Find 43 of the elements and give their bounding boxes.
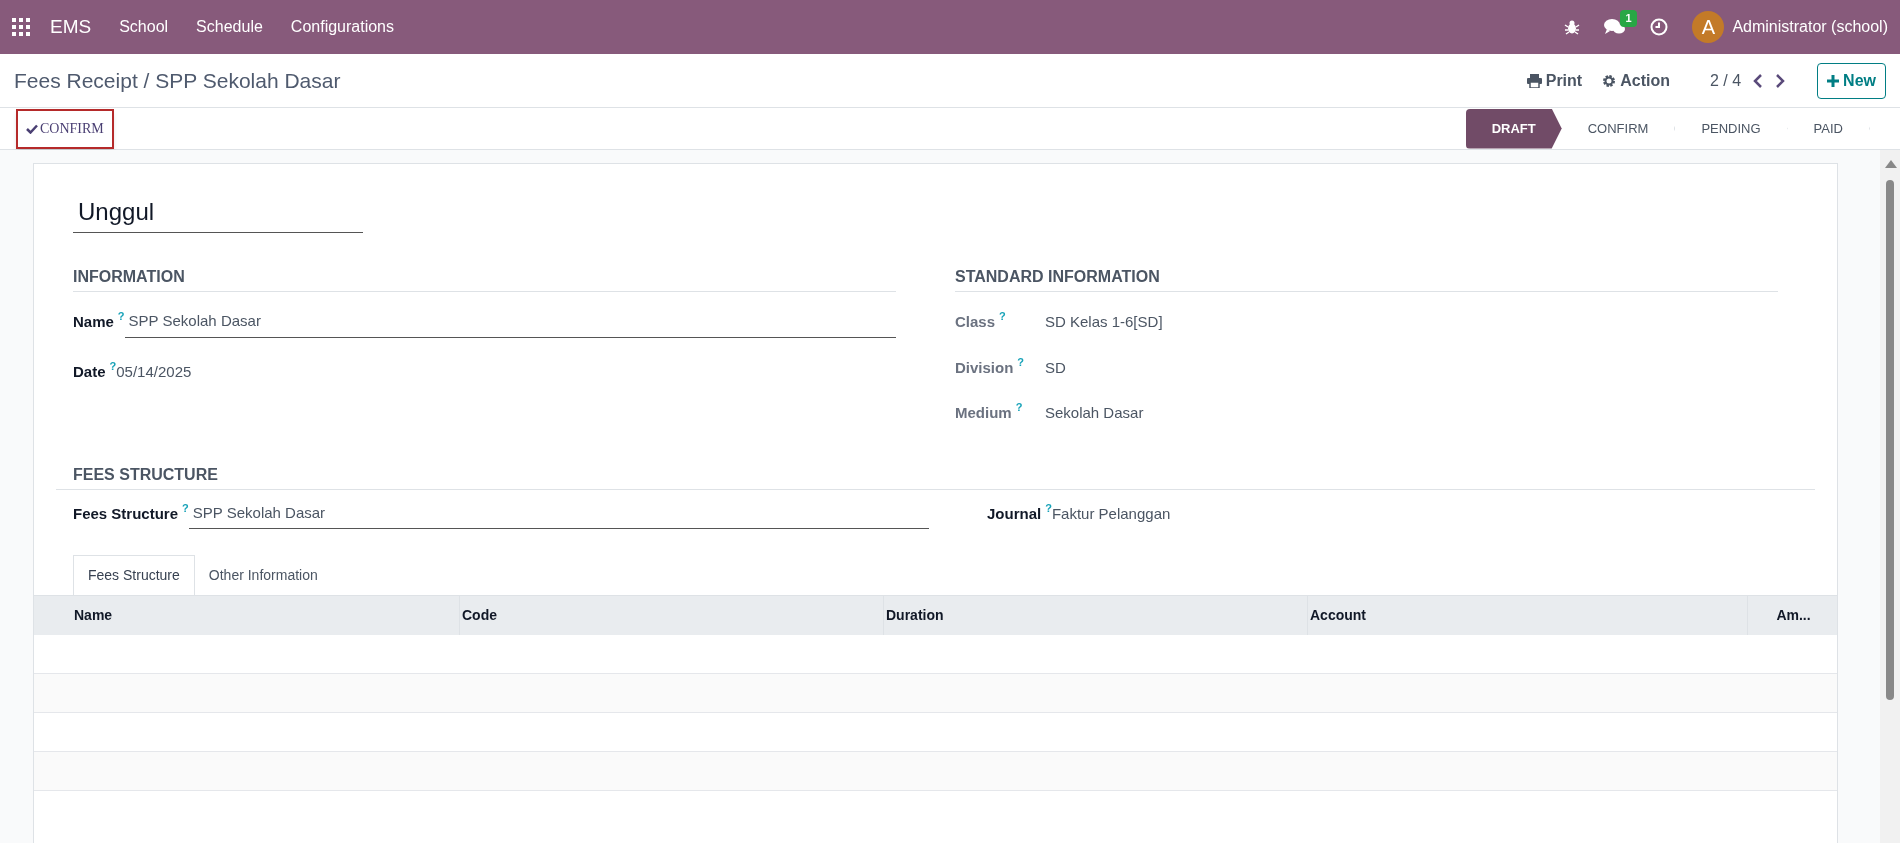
form-tab[interactable]: Fees Structure <box>73 555 195 595</box>
new-button[interactable]: New <box>1817 62 1886 99</box>
section-heading: INFORMATION <box>73 265 896 292</box>
printer-icon <box>1526 73 1542 88</box>
pager-value: 2 / 4 <box>1709 70 1742 91</box>
app-brand[interactable]: EMS <box>50 12 92 42</box>
section-heading: FEES STRUCTURE <box>56 462 1815 490</box>
plus-icon <box>1827 74 1840 87</box>
field-label: Fees Structure <box>73 503 179 524</box>
previous-icon[interactable] <box>1753 73 1764 88</box>
column-header[interactable]: Name <box>34 596 459 635</box>
action-button[interactable]: Action <box>1602 68 1670 93</box>
field-label: Medium <box>955 403 1012 423</box>
field-value: Faktur Pelanggan <box>1051 503 1171 524</box>
breadcrumb: Fees Receipt / SPP Sekolah Dasar <box>14 67 341 94</box>
field-label: Date <box>73 361 106 382</box>
field-value: SD Kelas 1-6[SD] <box>1045 312 1163 332</box>
check-icon <box>26 123 38 134</box>
text-input-field[interactable]: SPP Sekolah Dasar <box>188 501 929 529</box>
section-heading: STANDARD INFORMATION <box>955 265 1778 292</box>
record-title-field[interactable]: Unggul <box>73 194 363 233</box>
field-label: Division <box>955 357 1014 378</box>
confirm-button[interactable]: CONFIRM <box>16 108 114 149</box>
next-icon[interactable] <box>1775 73 1786 88</box>
bug-icon[interactable] <box>1564 19 1581 35</box>
menu-item[interactable]: Schedule <box>196 15 263 39</box>
status-stage[interactable]: DRAFT <box>1465 108 1562 149</box>
print-button[interactable]: Print <box>1526 68 1583 93</box>
field-label: Name <box>73 312 114 332</box>
field-label: Journal <box>987 503 1042 524</box>
user-name[interactable]: Administrator (school) <box>1732 15 1888 39</box>
field-value: 05/14/2025 <box>116 361 192 382</box>
text-input-field[interactable]: SPP Sekolah Dasar <box>124 310 896 338</box>
menu-item[interactable]: Configurations <box>290 15 394 39</box>
form-tab[interactable]: Other Information <box>194 555 332 595</box>
field-value: SD <box>1045 357 1066 378</box>
clock-icon[interactable] <box>1650 18 1669 36</box>
field-label: Class <box>955 312 996 332</box>
apps-grid-icon[interactable] <box>12 18 30 36</box>
gear-icon <box>1602 73 1617 88</box>
field-value: Sekolah Dasar <box>1045 403 1144 423</box>
notification-badge: 1 <box>1620 10 1637 27</box>
menu-item[interactable]: School <box>119 15 169 39</box>
